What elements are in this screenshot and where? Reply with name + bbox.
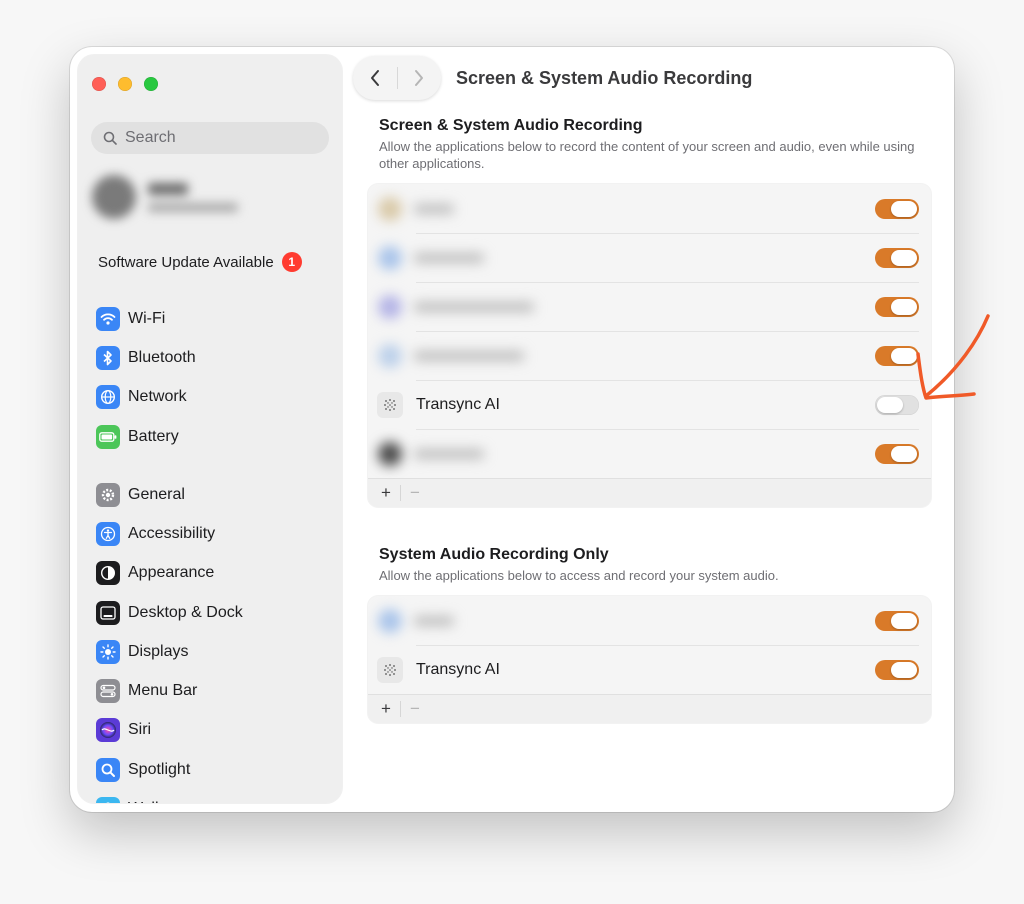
desktop-dock-icon <box>96 600 120 625</box>
add-app-button[interactable]: + <box>375 699 397 719</box>
sidebar-item-menu-bar[interactable]: Menu Bar <box>96 671 243 710</box>
sidebar-item-label: Network <box>128 388 187 406</box>
chevron-left-icon <box>370 70 379 86</box>
permission-toggle[interactable] <box>875 443 919 464</box>
search-input[interactable] <box>125 129 315 147</box>
remove-app-button[interactable]: − <box>404 483 426 503</box>
permission-toggle[interactable] <box>875 659 919 680</box>
section-description-screen-recording: Allow the applications below to record t… <box>379 139 915 171</box>
appearance-icon <box>96 561 120 586</box>
list-footer: + − <box>368 478 931 507</box>
navigation-buttons <box>353 56 441 100</box>
redacted-app-entry <box>372 192 556 226</box>
search-icon <box>103 131 117 145</box>
app-row: Transync AI <box>368 645 931 694</box>
sidebar-item-displays[interactable]: Displays <box>96 632 243 671</box>
app-row <box>368 331 931 380</box>
forward-button[interactable] <box>398 56 442 100</box>
remove-app-button[interactable]: − <box>404 699 426 719</box>
gear-icon <box>96 482 120 507</box>
sidebar-item-label: Bluetooth <box>128 348 196 366</box>
siri-icon <box>96 718 120 743</box>
sidebar-item-label: Displays <box>128 642 189 660</box>
window-controls <box>92 77 158 91</box>
app-row <box>368 596 931 645</box>
transync-app-icon <box>377 391 403 418</box>
sidebar-item-wallpaper[interactable]: Wallpaper <box>96 789 243 803</box>
redacted-app-entry <box>372 339 556 373</box>
app-row: Transync AI <box>368 380 931 429</box>
sidebar-group-connectivity: Wi-Fi Bluetooth Network Battery <box>96 299 196 456</box>
wifi-icon <box>96 306 120 331</box>
flower-icon <box>96 797 120 803</box>
sidebar-item-general[interactable]: General <box>96 475 243 514</box>
minimize-window-button[interactable] <box>118 77 132 91</box>
accessibility-icon <box>96 521 120 546</box>
bluetooth-icon <box>96 345 120 370</box>
app-name: Transync AI <box>416 395 500 413</box>
sidebar: Software Update Available 1 Wi-Fi Bluetoo… <box>78 55 342 803</box>
sidebar-item-label: Accessibility <box>128 524 216 542</box>
close-window-button[interactable] <box>92 77 106 91</box>
app-row <box>368 282 931 331</box>
menu-bar-icon <box>96 679 120 704</box>
screen-recording-app-list: Transync AI + − <box>368 184 931 507</box>
sidebar-item-spotlight[interactable]: Spotlight <box>96 750 243 789</box>
sidebar-item-wi-fi[interactable]: Wi-Fi <box>96 299 196 338</box>
sidebar-item-label: Battery <box>128 427 179 445</box>
sidebar-item-label: General <box>128 485 185 503</box>
search-field[interactable] <box>91 122 329 154</box>
globe-icon <box>96 385 120 410</box>
window-title: Screen & System Audio Recording <box>456 68 753 88</box>
sidebar-item-label: Spotlight <box>128 760 191 778</box>
annotation-arrow-icon <box>916 314 990 400</box>
permission-toggle[interactable] <box>875 247 919 268</box>
apple-account-item[interactable] <box>92 167 328 227</box>
redacted-app-entry <box>372 437 556 471</box>
software-update-label: Software Update Available <box>98 253 274 271</box>
sidebar-item-label: Wi-Fi <box>128 309 166 327</box>
sidebar-item-label: Wallpaper <box>128 800 199 803</box>
redacted-app-entry <box>372 604 556 638</box>
sidebar-item-bluetooth[interactable]: Bluetooth <box>96 338 196 377</box>
sidebar-item-appearance[interactable]: Appearance <box>96 554 243 593</box>
sidebar-item-battery[interactable]: Battery <box>96 417 196 456</box>
sidebar-item-network[interactable]: Network <box>96 378 196 417</box>
app-row <box>368 429 931 478</box>
sidebar-item-accessibility[interactable]: Accessibility <box>96 514 243 553</box>
sidebar-item-siri[interactable]: Siri <box>96 711 243 750</box>
app-name: Transync AI <box>416 660 500 678</box>
sidebar-item-label: Siri <box>128 721 152 739</box>
battery-icon <box>96 424 120 449</box>
permission-toggle[interactable] <box>875 198 919 219</box>
section-title-screen-recording: Screen & System Audio Recording <box>379 117 643 134</box>
update-count-badge: 1 <box>281 252 302 272</box>
sun-icon <box>96 639 120 664</box>
permission-toggle[interactable] <box>875 610 919 631</box>
redacted-app-entry <box>372 290 556 324</box>
chevron-right-icon <box>415 70 424 86</box>
back-button[interactable] <box>353 56 397 100</box>
app-row <box>368 184 931 233</box>
zoom-window-button[interactable] <box>144 77 158 91</box>
list-footer: + − <box>368 694 931 723</box>
avatar <box>92 175 136 219</box>
app-row <box>368 233 931 282</box>
software-update-item[interactable]: Software Update Available 1 <box>98 250 328 274</box>
section-description-audio-only: Allow the applications below to access a… <box>379 568 779 583</box>
sidebar-item-desktop-dock[interactable]: Desktop & Dock <box>96 593 243 632</box>
audio-recording-app-list: Transync AI + − <box>368 596 931 723</box>
magnifier-icon <box>96 757 120 782</box>
settings-window: Software Update Available 1 Wi-Fi Bluetoo… <box>70 47 954 812</box>
section-title-audio-only: System Audio Recording Only <box>379 546 609 563</box>
transync-app-icon <box>377 656 403 683</box>
add-app-button[interactable]: + <box>375 483 397 503</box>
redacted-app-entry <box>372 241 556 275</box>
sidebar-group-system: General Accessibility Appearance Desktop & … <box>96 475 243 803</box>
sidebar-item-label: Menu Bar <box>128 682 198 700</box>
sidebar-item-label: Appearance <box>128 564 215 582</box>
sidebar-item-label: Desktop & Dock <box>128 603 243 621</box>
